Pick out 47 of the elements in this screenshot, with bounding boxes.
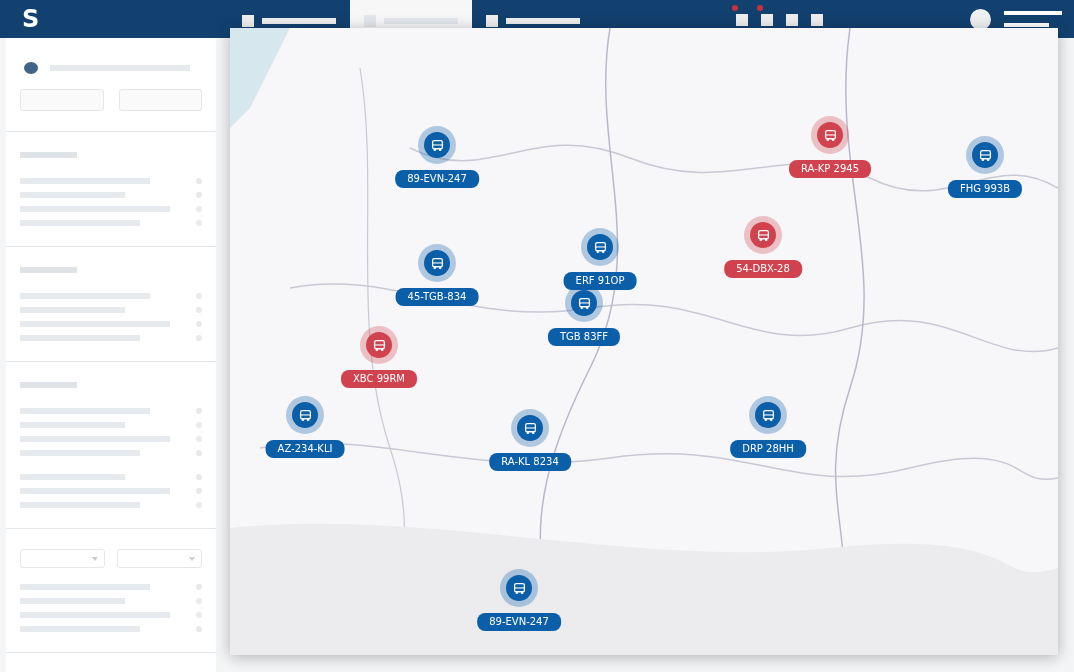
bus-icon: [577, 296, 591, 310]
plate-label[interactable]: 45-TGB-834: [395, 288, 479, 306]
plate-label[interactable]: DRP 28HH: [730, 440, 806, 458]
bus-icon: [823, 128, 837, 142]
vehicle-marker[interactable]: [424, 132, 450, 158]
placeholder-heading: [20, 267, 77, 273]
logo: S: [22, 7, 40, 31]
plate-label[interactable]: AZ-234-KLI: [265, 440, 345, 458]
avatar[interactable]: [970, 8, 992, 30]
plate-label[interactable]: XBC 99RM: [341, 370, 417, 388]
vehicle-marker[interactable]: [517, 415, 543, 441]
plate-label[interactable]: 89-EVN-247: [395, 170, 479, 188]
bus-icon: [512, 581, 526, 595]
bus-icon: [761, 408, 775, 422]
toolbar-icon[interactable]: [757, 5, 774, 27]
bus-icon: [298, 408, 312, 422]
plate-label[interactable]: 54-DBX-28: [724, 260, 802, 278]
plate-label[interactable]: TGB 83FF: [547, 328, 621, 346]
bus-icon: [523, 421, 537, 435]
toolbar-icon[interactable]: [732, 5, 749, 27]
bus-icon: [372, 338, 386, 352]
plate-label[interactable]: RA-KP 2945: [789, 160, 871, 178]
plate-label[interactable]: ERF 91OP: [563, 272, 637, 290]
user-menu-placeholder[interactable]: [1004, 11, 1063, 27]
vehicle-marker[interactable]: [587, 234, 613, 260]
caret-icon: [92, 556, 98, 561]
plate-label[interactable]: RA-KL 8234: [489, 453, 571, 471]
placeholder-heading: [20, 152, 77, 158]
vehicle-marker[interactable]: [972, 142, 998, 168]
bus-icon: [593, 240, 607, 254]
vehicle-marker[interactable]: [366, 332, 392, 358]
plate-label[interactable]: FHG 993B: [947, 180, 1023, 198]
bus-icon: [430, 256, 444, 270]
bus-icon: [430, 138, 444, 152]
plate-label[interactable]: 89-EVN-247: [477, 613, 561, 631]
vehicle-marker[interactable]: [750, 222, 776, 248]
vehicle-marker[interactable]: [571, 290, 597, 316]
vehicle-marker[interactable]: [424, 250, 450, 276]
map-placeholder[interactable]: 89-EVN-247 RA-KP 2945 FHG 993B 45-TGB-834 ERF 91OP 54-DBX-28 TGB 83FF XBC 99RM AZ-234-KLI RA-KL 8234 DRP 28HH 89-EVN-247: [230, 28, 1058, 655]
vehicle-marker[interactable]: [755, 402, 781, 428]
caret-icon: [189, 556, 195, 561]
bus-icon: [978, 148, 992, 162]
status-dot-icon: [24, 62, 38, 74]
placeholder-heading: [20, 382, 77, 388]
vehicle-marker[interactable]: [292, 402, 318, 428]
bus-icon: [756, 228, 770, 242]
vehicle-marker[interactable]: [817, 122, 843, 148]
